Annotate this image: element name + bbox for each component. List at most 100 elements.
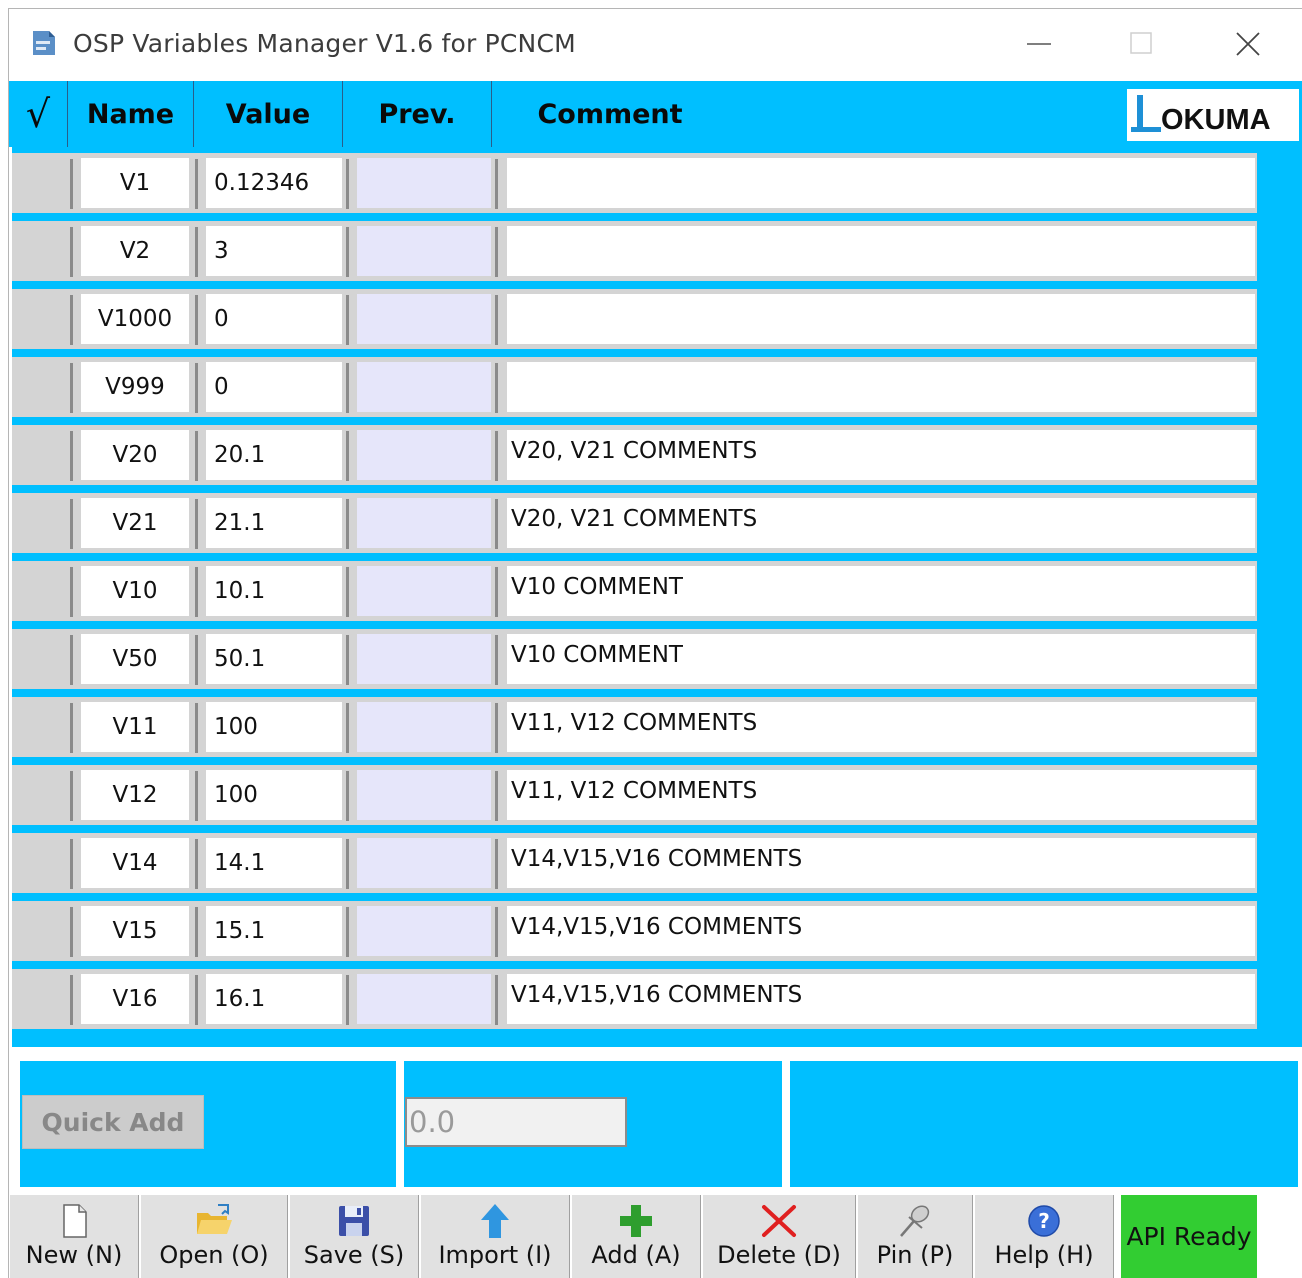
row-select-handle[interactable] (12, 629, 67, 689)
comment-cell[interactable] (507, 226, 1255, 276)
row-select-handle[interactable] (12, 901, 67, 961)
comment-cell[interactable]: V10 COMMENT (507, 634, 1255, 684)
comment-cell[interactable]: V14,V15,V16 COMMENTS (507, 838, 1255, 888)
row-select-handle[interactable] (12, 221, 67, 281)
variable-name-cell[interactable]: V1 (81, 158, 189, 208)
comment-cell[interactable] (507, 294, 1255, 344)
row-select-handle[interactable] (12, 561, 67, 621)
cell-divider (495, 499, 498, 549)
table-row[interactable]: V20 20.1 V20, V21 COMMENTS (12, 425, 1257, 485)
comment-cell[interactable]: V20, V21 COMMENTS (507, 498, 1255, 548)
title-bar[interactable]: OSP Variables Manager V1.6 for PCNCM (9, 9, 1302, 79)
table-row[interactable]: V12 100 V11, V12 COMMENTS (12, 765, 1257, 825)
variable-name-cell[interactable]: V21 (81, 498, 189, 548)
variable-name-cell[interactable]: V1000 (81, 294, 189, 344)
table-row[interactable]: V14 14.1 V14,V15,V16 COMMENTS (12, 833, 1257, 893)
variable-value-cell[interactable]: 15.1 (206, 906, 342, 956)
pin-button[interactable]: Pin (P) (857, 1195, 973, 1278)
cell-divider (346, 771, 349, 821)
table-row[interactable]: V1 0.12346 (12, 153, 1257, 213)
variable-value-cell[interactable]: 10.1 (206, 566, 342, 616)
row-select-handle[interactable] (12, 153, 67, 213)
variable-value-cell[interactable]: 3 (206, 226, 342, 276)
quick-add-input[interactable]: 0.0 (405, 1097, 627, 1147)
column-header-name[interactable]: Name (68, 81, 193, 147)
row-select-handle[interactable] (12, 833, 67, 893)
table-row[interactable]: V11 100 V11, V12 COMMENTS (12, 697, 1257, 757)
row-select-handle[interactable] (12, 969, 67, 1029)
help-button[interactable]: ? Help (H) (974, 1195, 1114, 1278)
variable-value-cell[interactable]: 16.1 (206, 974, 342, 1024)
comment-cell[interactable]: V14,V15,V16 COMMENTS (507, 974, 1255, 1024)
comment-cell[interactable]: V10 COMMENT (507, 566, 1255, 616)
variable-value-cell[interactable]: 100 (206, 770, 342, 820)
variable-value-cell[interactable]: 100 (206, 702, 342, 752)
table-row[interactable]: V16 16.1 V14,V15,V16 COMMENTS (12, 969, 1257, 1029)
variable-value-cell[interactable]: 20.1 (206, 430, 342, 480)
cell-divider (70, 907, 73, 957)
variable-name-cell[interactable]: V11 (81, 702, 189, 752)
row-select-handle[interactable] (12, 425, 67, 485)
table-row[interactable]: V21 21.1 V20, V21 COMMENTS (12, 493, 1257, 553)
column-header-comment[interactable]: Comment (492, 81, 728, 147)
column-header-prev[interactable]: Prev. (343, 81, 491, 147)
table-row[interactable]: V2 3 (12, 221, 1257, 281)
variable-value-cell[interactable]: 14.1 (206, 838, 342, 888)
cell-divider (195, 295, 198, 345)
comment-cell[interactable] (507, 362, 1255, 412)
cell-divider (495, 227, 498, 277)
minimize-icon[interactable] (1009, 19, 1069, 69)
comment-cell[interactable]: V11, V12 COMMENTS (507, 770, 1255, 820)
new-button[interactable]: New (N) (9, 1195, 139, 1278)
variable-name-cell[interactable]: V50 (81, 634, 189, 684)
variable-value-cell[interactable]: 50.1 (206, 634, 342, 684)
table-row[interactable]: V1000 0 (12, 289, 1257, 349)
pin-button-label: Pin (P) (876, 1241, 954, 1269)
comment-cell[interactable]: V20, V21 COMMENTS (507, 430, 1255, 480)
variable-value-cell[interactable]: 0 (206, 294, 342, 344)
help-button-label: Help (H) (994, 1241, 1094, 1269)
row-select-handle[interactable] (12, 289, 67, 349)
maximize-icon[interactable] (1111, 19, 1171, 69)
variable-name-cell[interactable]: V16 (81, 974, 189, 1024)
save-disk-icon (339, 1206, 369, 1236)
variable-value-cell[interactable]: 21.1 (206, 498, 342, 548)
comment-cell[interactable] (507, 158, 1255, 208)
previous-value-cell (357, 770, 491, 820)
column-header-value[interactable]: Value (194, 81, 342, 147)
row-select-handle[interactable] (12, 357, 67, 417)
add-button[interactable]: Add (A) (571, 1195, 701, 1278)
help-icon: ? (1028, 1205, 1060, 1237)
variable-name-cell[interactable]: V2 (81, 226, 189, 276)
delete-button[interactable]: Delete (D) (702, 1195, 856, 1278)
variable-name-cell[interactable]: V15 (81, 906, 189, 956)
save-button[interactable]: Save (S) (289, 1195, 419, 1278)
cell-divider (495, 703, 498, 753)
variable-name-cell[interactable]: V14 (81, 838, 189, 888)
row-select-handle[interactable] (12, 697, 67, 757)
table-row[interactable]: V999 0 (12, 357, 1257, 417)
comment-cell[interactable]: V14,V15,V16 COMMENTS (507, 906, 1255, 956)
close-icon[interactable] (1217, 19, 1277, 69)
cell-divider (70, 975, 73, 1025)
variable-name-cell[interactable]: V12 (81, 770, 189, 820)
open-button[interactable]: Open (O) (140, 1195, 288, 1278)
variable-name-cell[interactable]: V20 (81, 430, 189, 480)
table-row[interactable]: V15 15.1 V14,V15,V16 COMMENTS (12, 901, 1257, 961)
table-row[interactable]: V10 10.1 V10 COMMENT (12, 561, 1257, 621)
select-all-checkmark-icon[interactable]: √ (9, 81, 67, 147)
previous-value-cell (357, 294, 491, 344)
import-button[interactable]: Import (I) (420, 1195, 570, 1278)
quick-add-button[interactable]: Quick Add (22, 1095, 204, 1149)
variable-name-cell[interactable]: V10 (81, 566, 189, 616)
comment-cell[interactable]: V11, V12 COMMENTS (507, 702, 1255, 752)
row-select-handle[interactable] (12, 493, 67, 553)
table-row[interactable]: V50 50.1 V10 COMMENT (12, 629, 1257, 689)
variable-value-cell[interactable]: 0.12346 (206, 158, 342, 208)
variable-value-cell[interactable]: 0 (206, 362, 342, 412)
app-icon (33, 31, 55, 55)
row-select-handle[interactable] (12, 765, 67, 825)
variable-name-cell[interactable]: V999 (81, 362, 189, 412)
previous-value-cell (357, 974, 491, 1024)
variables-grid[interactable]: V1 0.12346 V2 3 V1000 0 V999 0 V20 20.1 V20, V21 C… (12, 147, 1302, 1047)
